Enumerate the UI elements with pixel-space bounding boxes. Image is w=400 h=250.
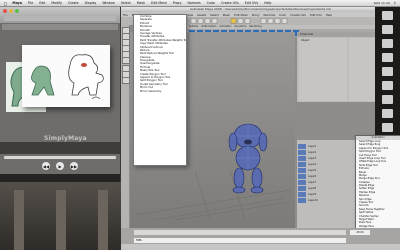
layer-label: Layer6 [308, 175, 317, 178]
layer-row[interactable]: Layer10 [298, 198, 356, 203]
spotlight-icon[interactable]: ⚲ [392, 1, 398, 5]
layer-row[interactable]: Layer2 [298, 150, 356, 155]
layer-label: Layer3 [308, 157, 317, 160]
viewer-footer [0, 174, 120, 182]
layer-row[interactable]: Layer6 [298, 174, 356, 179]
menu-edit[interactable]: Edit [36, 1, 48, 5]
menu-select[interactable]: Select [118, 1, 134, 5]
concept-sketch-paper [22, 45, 110, 107]
menu-item[interactable]: Mirror Geometry [134, 90, 186, 93]
viewer-status-strip [0, 142, 120, 154]
time-slider[interactable] [134, 230, 346, 235]
maya-menu-item[interactable]: Assets [195, 13, 208, 17]
menu-edit-mesh[interactable]: Edit Mesh [148, 1, 170, 5]
layer-label: Layer1 [308, 145, 317, 148]
menu-help[interactable]: Help [261, 1, 274, 5]
file-icon[interactable] [382, 109, 393, 118]
maya-menu-item[interactable]: Help [324, 13, 334, 17]
layer-row[interactable]: Layer3 [298, 156, 356, 161]
menu-proxy[interactable]: Proxy [170, 1, 185, 5]
layer-label: Layer2 [308, 151, 317, 154]
layer-row[interactable]: Layer5 [298, 168, 356, 173]
folder-icon[interactable] [382, 25, 393, 34]
desktop-background [0, 182, 122, 250]
fast-forward-icon[interactable]: ▶▶ [70, 162, 78, 170]
menu-color[interactable]: Color [204, 1, 218, 5]
menu-edit-uvs[interactable]: Edit UVs [242, 1, 261, 5]
file-icon[interactable] [382, 123, 393, 132]
edge-context-menu: Animation Select Edge Loop Select Edge R… [355, 135, 400, 229]
background-pillar [14, 190, 24, 250]
menu-maya[interactable]: Maya [9, 1, 24, 5]
maya-menu-item[interactable]: Normals [262, 13, 278, 17]
maya-menu-item[interactable]: Color [277, 13, 288, 17]
menu-file[interactable]: File [25, 1, 36, 5]
layer-row[interactable]: Layer4 [298, 162, 356, 167]
menu-mesh[interactable]: Mesh [134, 1, 148, 5]
maya-menu-item[interactable]: Proxy [250, 13, 262, 17]
file-icon[interactable] [382, 67, 393, 76]
layer-row[interactable]: Layer7 [298, 180, 356, 185]
maya-menu-item[interactable]: Select [208, 13, 221, 17]
layer-row[interactable]: Layer8 [298, 186, 356, 191]
viewer-scrubber[interactable] [4, 156, 116, 159]
channel-panel-left[interactable]: Object [299, 38, 347, 101]
file-icon[interactable] [382, 81, 393, 90]
layer-editor: Layer1 Layer2 Layer3 Layer4 Layer5 Layer… [297, 140, 357, 230]
background-pillar [56, 190, 66, 250]
file-icon[interactable] [382, 39, 393, 48]
dog-wireframe-model [228, 123, 268, 194]
drive-icon[interactable] [382, 11, 393, 20]
menu-modify[interactable]: Modify [48, 1, 65, 5]
layer-label: Layer10 [308, 199, 318, 202]
scale-tool-icon[interactable] [122, 57, 130, 64]
clock[interactable]: Wed 11:44 [372, 1, 392, 5]
maya-menu-item[interactable]: Edit Mesh [232, 13, 250, 17]
maya-menu-item[interactable]: Create UVs [288, 13, 308, 17]
file-icon[interactable] [382, 53, 393, 62]
apple-menu-icon[interactable]:  [0, 1, 9, 6]
layer-row[interactable]: Layer1 [298, 144, 356, 149]
video-viewer-window: SimplyMaya ◀◀ ▶ ▶▶ [0, 7, 120, 182]
minimize-icon[interactable] [9, 9, 13, 13]
command-line[interactable]: MEL [134, 238, 346, 243]
layout-outliner-icon[interactable] [122, 77, 130, 84]
play-icon[interactable]: ▶ [56, 162, 64, 170]
layer-label: Layer9 [308, 193, 317, 196]
file-icon[interactable] [382, 95, 393, 104]
viewer-toolbar [0, 7, 120, 23]
playback-controls: ◀◀ ▶ ▶▶ [10, 162, 110, 172]
menu-create-uvs[interactable]: Create UVs [218, 1, 242, 5]
rewind-icon[interactable]: ◀◀ [42, 162, 50, 170]
help-line [121, 244, 400, 250]
watermark: SimplyMaya [44, 135, 87, 142]
close-icon[interactable] [3, 9, 7, 13]
layer-label: Layer8 [308, 187, 317, 190]
viewer-shelf [2, 24, 118, 30]
zoom-icon[interactable] [15, 9, 19, 13]
viewer-tabs [4, 16, 116, 21]
maya-menu-item[interactable]: Edit UVs [308, 13, 324, 17]
layer-label: Layer4 [308, 163, 317, 166]
background-pillar [98, 190, 108, 250]
menu-display[interactable]: Display [82, 1, 100, 5]
system-menubar:  Maya File Edit Modify Create Display W… [0, 0, 400, 7]
menu-window[interactable]: Window [99, 1, 118, 5]
toolbox [121, 25, 130, 240]
nose [244, 139, 252, 145]
layer-row[interactable]: Layer9 [298, 192, 356, 197]
menu-normals[interactable]: Normals [184, 1, 203, 5]
mesh-menu-dropdown: Combine Separate Extract Booleans Smooth… [133, 14, 187, 166]
maya-menu-item[interactable]: File [121, 13, 130, 17]
menubar-status: Wed 11:44 ⚲ [372, 0, 398, 6]
range-end-field[interactable]: 48.00 [350, 230, 370, 235]
maya-menu-item[interactable]: Mesh [221, 13, 232, 17]
desktop-icons-column [375, 7, 400, 135]
layer-label: Layer5 [308, 169, 317, 172]
menu-create[interactable]: Create [65, 1, 82, 5]
layer-label: Layer7 [308, 181, 317, 184]
channel-object-label: Object [301, 39, 310, 42]
command-line-label: MEL [136, 238, 143, 242]
